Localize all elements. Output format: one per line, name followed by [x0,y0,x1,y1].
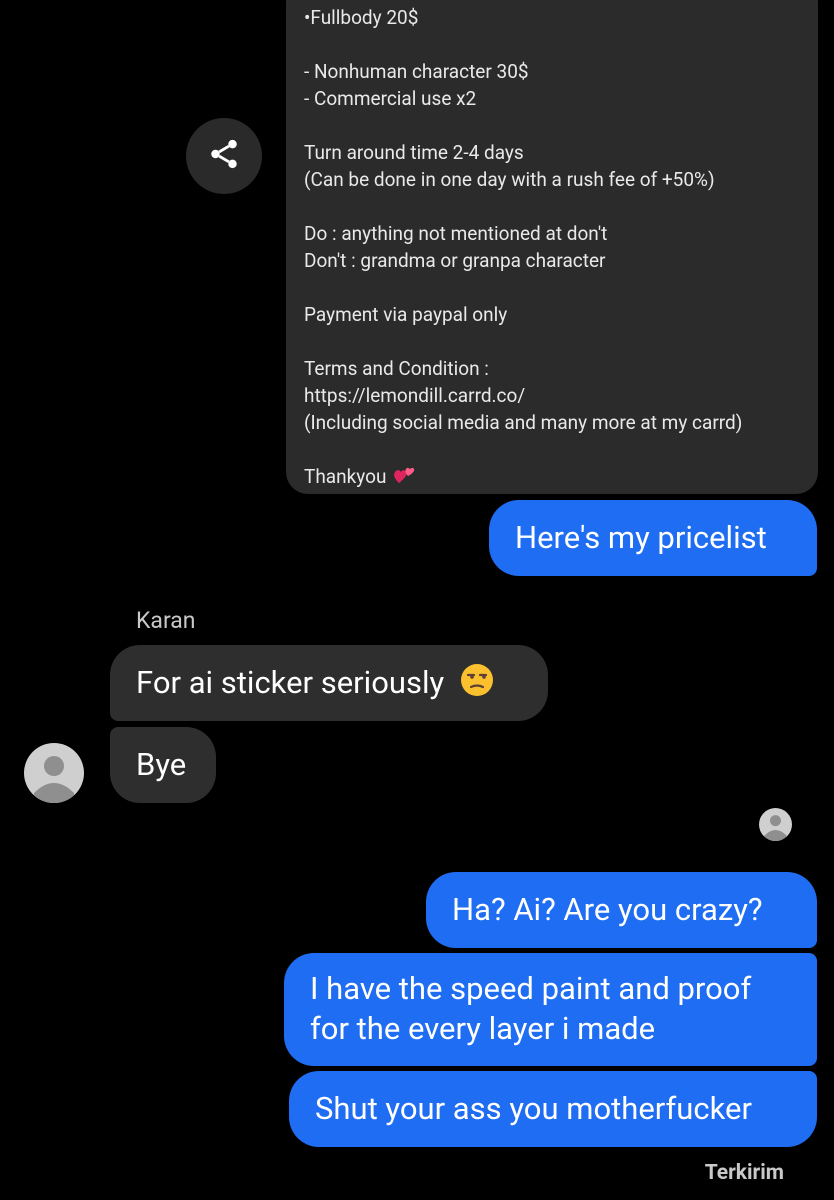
message-text: Bye [136,746,187,783]
person-icon [764,815,787,841]
thankyou-text: Thankyou [304,465,387,488]
pricelist-thankyou: Thankyou [304,465,415,490]
pricelist-line: •Fullbody 20$ [304,6,419,29]
pricelist-line: (Including social media and many more at… [304,411,743,434]
read-receipt-avatar [759,808,792,841]
sender-name: Karan [136,607,196,634]
pricelist-line: Turn around time 2-4 days [304,141,524,164]
pricelist-line: Don't : grandma or granpa character [304,249,606,272]
contact-avatar[interactable] [24,743,84,803]
pricelist-line: (Can be done in one day with a rush fee … [304,168,715,191]
delivery-status: Terkirim [704,1161,784,1185]
pricelist-line: - Nonhuman character 30$ [304,60,529,83]
unamused-face-icon [460,663,494,707]
message-text: Ha? Ai? Are you crazy? [452,891,763,928]
pricelist-line: Payment via paypal only [304,303,508,326]
sent-message-bubble[interactable]: Here's my pricelist [489,500,817,576]
pricelist-line: Do : anything not mentioned at don't [304,222,608,245]
pricelist-message-card[interactable]: •Fullbody 20$ - Nonhuman character 30$ -… [286,0,818,494]
message-text-line: I have the speed paint and proof [310,970,752,1007]
message-text: For ai sticker seriously [136,664,445,702]
pricelist-link[interactable]: https://lemondill.carrd.co/ [304,384,525,408]
share-icon [207,137,241,175]
share-button[interactable] [186,118,262,194]
received-message-bubble[interactable]: For ai sticker seriously [110,645,548,721]
sent-message-bubble[interactable]: I have the speed paint and proof for the… [284,953,817,1066]
sent-message-bubble[interactable]: Shut your ass you motherfucker [289,1071,817,1147]
message-text: Shut your ass you motherfucker [315,1090,752,1127]
pricelist-line: Terms and Condition : [304,357,489,380]
message-text: Here's my pricelist [515,519,767,556]
received-message-bubble[interactable]: Bye [110,727,216,803]
pricelist-line: - Commercial use x2 [304,87,477,110]
sent-message-bubble[interactable]: Ha? Ai? Are you crazy? [426,872,817,948]
message-text-line: for the every layer i made [310,1010,656,1047]
two-hearts-icon [393,466,415,490]
person-icon [34,756,74,803]
